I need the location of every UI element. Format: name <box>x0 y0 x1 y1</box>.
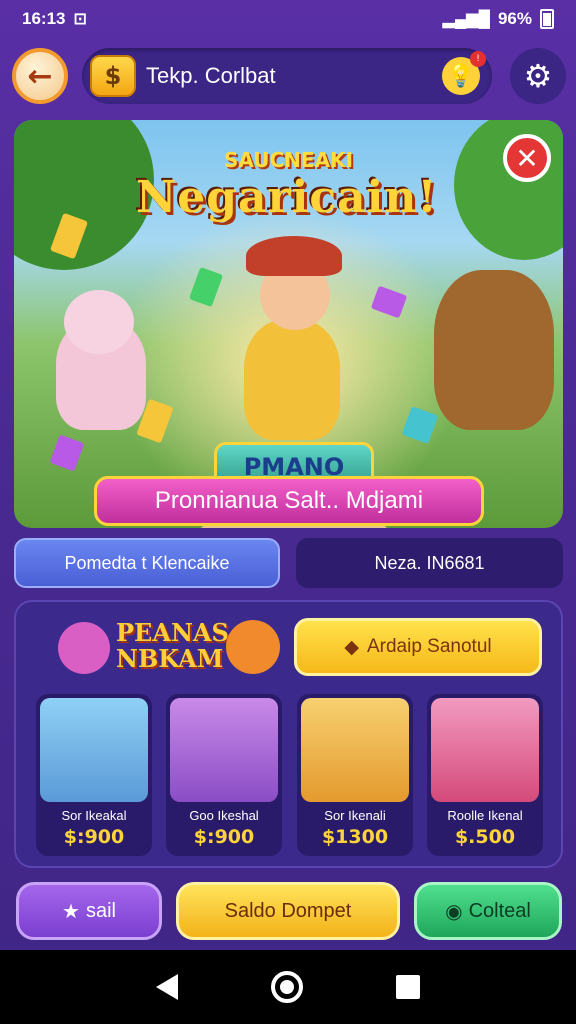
star-icon: ★ <box>62 900 80 923</box>
mail-label: sail <box>85 899 116 922</box>
battery-percent: 96% <box>497 9 532 28</box>
cat-mascot-icon <box>58 622 110 674</box>
card-label: Sor Ikeakal <box>61 808 127 823</box>
status-bar: 16:13 ⊡ ▂▄▆█ 96% <box>0 0 576 38</box>
fox-mascot-icon <box>226 620 280 674</box>
status-time: 16:13 <box>22 9 66 28</box>
nav-home-icon[interactable] <box>270 971 303 1003</box>
bottom-buttons: ★ sail Saldo Dompet ◉ Colteal <box>14 882 563 942</box>
status-left: 16:13 ⊡ <box>22 9 87 29</box>
offer-card[interactable]: Goo Ikeshal $:900 <box>166 694 282 856</box>
mail-button[interactable]: ★ sail <box>16 882 162 940</box>
offer-card[interactable]: Sor Ikeakal $:900 <box>36 694 152 856</box>
hero-title: Negaricain! <box>136 172 438 223</box>
panel-logo: PEANAS NBKAM <box>56 616 296 686</box>
logo-text: PEANAS NBKAM <box>116 620 229 672</box>
settings-button[interactable]: ⚙ <box>510 48 566 104</box>
tree-left-illustration <box>14 120 154 270</box>
saldo-label: Saldo Dompet <box>224 899 352 922</box>
hero-banner-button[interactable]: Pronnianua Salt.. Mdjami <box>94 476 484 526</box>
logo-line-2: NBKAM <box>116 644 224 673</box>
logo-line-1: PEANAS <box>116 618 229 647</box>
hero-banner[interactable]: SAUCNEAKI Negaricain! ✕ PMANO Pronnianua… <box>14 120 563 528</box>
saldo-dompet-button[interactable]: Saldo Dompet <box>176 882 400 940</box>
system-nav-bar <box>0 950 576 1024</box>
card-price: $:900 <box>193 826 255 848</box>
back-button[interactable]: ← <box>12 48 68 104</box>
title-pill: $ Tekp. Corlbat 💡 ! <box>82 48 492 104</box>
card-label: Sor Ikenali <box>324 808 386 823</box>
gear-icon: ⚙ <box>523 57 553 95</box>
gem-icon <box>370 285 408 319</box>
hero-hat-illustration <box>246 236 342 276</box>
offer-card[interactable]: Roolle Ikenal $.500 <box>427 694 543 856</box>
collect-button[interactable]: ◉ Colteal <box>414 882 562 940</box>
gem-icon <box>49 434 85 472</box>
gem-icon <box>188 266 224 308</box>
boy-character-icon <box>170 698 278 802</box>
coin-icon: $ <box>90 55 136 97</box>
collect-label: Colteal <box>468 899 531 922</box>
tab-row: Pomedta t Klencaike Neza. IN6681 <box>14 538 563 588</box>
top-bar: ← $ Tekp. Corlbat 💡 ! ⚙ <box>10 44 566 110</box>
notification-badge-icon: ! <box>470 51 486 67</box>
card-label: Roolle Ikenal <box>447 808 523 823</box>
page-title: Tekp. Corlbat <box>146 63 276 88</box>
gem-icon: ◆ <box>344 636 359 658</box>
close-button[interactable]: ✕ <box>503 134 551 182</box>
arrow-left-icon: ← <box>27 58 53 94</box>
cat-head-illustration <box>64 290 134 354</box>
card-price: $:900 <box>63 826 125 848</box>
coin-icon: ◉ <box>445 900 463 923</box>
close-icon: ✕ <box>515 141 539 175</box>
fox-character-icon <box>301 698 409 802</box>
nav-recents-icon[interactable] <box>395 975 420 999</box>
hero-boy-illustration <box>244 320 340 440</box>
gem-icon <box>401 406 439 444</box>
panel-cta-button[interactable]: ◆ Ardaip Sanotul <box>294 618 542 676</box>
tab-inactive[interactable]: Neza. IN6681 <box>296 538 563 588</box>
nav-back-icon[interactable] <box>156 974 179 1000</box>
ticket-icon <box>431 698 539 802</box>
offers-panel: PEANAS NBKAM ◆ Ardaip Sanotul Sor Ikeaka… <box>14 600 563 868</box>
bulb-icon[interactable]: 💡 ! <box>442 51 486 95</box>
notification-icon: ⊡ <box>73 11 87 28</box>
chest-icon <box>40 698 148 802</box>
status-right: ▂▄▆█ 96% <box>443 9 554 29</box>
signal-icon: ▂▄▆█ <box>442 11 490 28</box>
battery-icon <box>540 9 554 29</box>
robot-bear-illustration <box>434 270 554 430</box>
panel-cta-label: Ardaip Sanotul <box>366 636 492 657</box>
card-label: Goo Ikeshal <box>189 808 259 823</box>
card-price: $1300 <box>321 826 389 848</box>
tab-active[interactable]: Pomedta t Klencaike <box>14 538 280 588</box>
offer-card[interactable]: Sor Ikenali $1300 <box>297 694 413 856</box>
card-price: $.500 <box>454 826 516 848</box>
hero-supertitle: SAUCNEAKI <box>224 148 354 172</box>
